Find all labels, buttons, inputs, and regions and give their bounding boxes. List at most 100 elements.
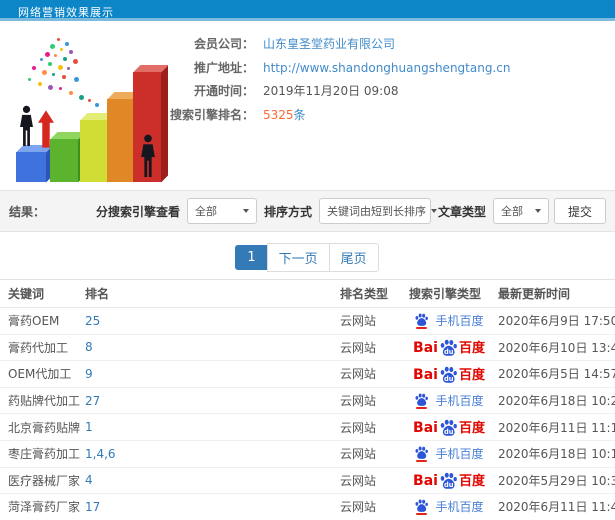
businessman-figure-right [141, 134, 155, 177]
engine-cell: Bai du 百度 [405, 467, 493, 495]
chevron-down-icon [430, 209, 437, 213]
mobile-baidu-badge: 手机百度 [414, 499, 484, 515]
engine-cell: 手机百度 [405, 493, 493, 520]
keyword-cell: 医疗器械厂家 [0, 467, 85, 495]
rank-cell[interactable]: 17 [85, 493, 340, 520]
rank-cell[interactable]: 9 [85, 360, 340, 388]
last-page-button[interactable]: 尾页 [328, 243, 379, 272]
info-value-link[interactable]: 山东皇圣堂药业有限公司 [263, 33, 395, 57]
updated-cell: 2020年6月11日 11:18 [493, 413, 615, 441]
info-row: 会员公司： 山东皇圣堂药业有限公司 [168, 33, 608, 57]
updated-cell: 2020年6月5日 14:57 [493, 360, 615, 388]
confetti-dot [54, 54, 57, 57]
confetti-dot [45, 52, 50, 57]
bar-green [50, 132, 85, 182]
svg-text:du: du [444, 375, 454, 383]
keyword-rank-table: 关键词 排名 排名类型 搜索引擎类型 最新更新时间 膏药OEM 25 云网站 手机百… [0, 279, 615, 520]
keyword-cell: 药贴牌代加工 [0, 387, 85, 415]
confetti-dot [69, 50, 73, 54]
rank-cell[interactable]: 25 [85, 307, 340, 335]
header-rank-type: 排名类型 [340, 279, 405, 308]
result-label: 结果： [9, 204, 46, 219]
rank-cell[interactable]: 8 [85, 334, 340, 362]
table-row: OEM代加工 9 云网站 Bai du 百度 2020年6月5日 14:57 [0, 360, 615, 388]
page-title: 网络营销效果展示 [18, 6, 114, 19]
rank-cell[interactable]: 1,4,6 [85, 440, 340, 468]
baidu-paw-icon [415, 499, 429, 512]
article-type-label: 文章类型 [437, 204, 486, 219]
sort-filter-label: 排序方式 [263, 204, 312, 219]
header-rank: 排名 [85, 279, 340, 308]
rank-cell[interactable]: 4 [85, 467, 340, 495]
bar-blue [16, 145, 53, 182]
confetti-dot [69, 91, 73, 95]
next-page-button[interactable]: 下一页 [266, 243, 330, 272]
article-type-select[interactable]: 全部 [492, 198, 549, 224]
info-row: 推广地址： http://www.shandonghuangshengtang.c… [168, 57, 608, 81]
article-select-value: 全部 [500, 205, 523, 218]
svg-text:du: du [444, 348, 454, 356]
table-row: 枣庄膏药加工 1,4,6 云网站 手机百度 2020年6月18日 10:19 [0, 440, 615, 468]
svg-text:du: du [444, 428, 454, 436]
info-label: 搜索引擎排名： [169, 107, 254, 122]
confetti-dot [50, 44, 55, 49]
table-row: 医疗器械厂家 4 云网站 Bai du 百度 2020年5月29日 10:32 [0, 467, 615, 495]
keyword-cell: 菏泽膏药厂家 [0, 493, 85, 520]
title-bar: 网络营销效果展示 [0, 0, 615, 21]
rank-type-cell: 云网站 [340, 493, 405, 520]
baidu-paw-icon [415, 313, 429, 326]
rank-type-cell: 云网站 [340, 440, 405, 468]
engine-cell: Bai du 百度 [405, 334, 493, 362]
red-underline [416, 512, 428, 515]
submit-button[interactable]: 提交 [553, 198, 606, 224]
confetti-dot [48, 85, 53, 90]
info-value-link[interactable]: http://www.shandonghuangshengtang.cn [263, 57, 510, 81]
confetti-dot [95, 103, 99, 107]
table-row: 药贴牌代加工 27 云网站 手机百度 2020年6月18日 10:25 [0, 387, 615, 415]
baidu-paw-icon: du [440, 340, 457, 356]
sort-select-value: 关键词由短到长排序 [326, 205, 426, 218]
header-engine-type: 搜索引擎类型 [405, 279, 493, 308]
confetti-dot [57, 38, 60, 41]
bar-chart-illustration [2, 34, 184, 186]
rank-cell[interactable]: 1 [85, 413, 340, 441]
confetti-dot [74, 77, 79, 82]
keyword-cell: OEM代加工 [0, 360, 85, 388]
header-updated: 最新更新时间 [493, 279, 615, 308]
engine-select[interactable]: 全部 [186, 198, 257, 224]
baidu-logo: Bai du 百度 [413, 366, 485, 383]
svg-text:du: du [444, 481, 454, 489]
updated-cell: 2020年6月18日 10:25 [493, 387, 615, 415]
bar-orange [107, 92, 141, 182]
sort-select[interactable]: 关键词由短到长排序 [318, 198, 437, 224]
confetti-dot [65, 42, 69, 46]
info-label: 推广地址： [193, 60, 254, 75]
baidu-logo: Bai du 百度 [413, 340, 485, 357]
filter-controls: 分搜索引擎查看 全部 排序方式 关键词由短到长排序 文章类型 全部 提交 [94, 198, 606, 224]
table-row: 膏药OEM 25 云网站 手机百度 2020年6月9日 17:50 [0, 307, 615, 335]
rank-count: 5325条 [263, 107, 306, 122]
mobile-baidu-badge: 手机百度 [414, 446, 484, 462]
keyword-cell: 膏药代加工 [0, 334, 85, 362]
baidu-logo: Bai du 百度 [413, 419, 485, 437]
baidu-paw-icon [415, 446, 429, 459]
confetti-dot [32, 66, 36, 70]
rank-cell[interactable]: 27 [85, 387, 340, 415]
confetti-dot [63, 57, 67, 61]
confetti-dot [88, 99, 91, 102]
baidu-logo: Bai du 百度 [413, 473, 485, 490]
engine-select-value: 全部 [194, 205, 217, 218]
page-button-1[interactable]: 1 [235, 245, 268, 270]
confetti-dot [62, 75, 66, 79]
info-value: 2019年11月20日 09:08 [263, 84, 399, 98]
updated-cell: 2020年6月11日 11:40 [493, 493, 615, 520]
rank-type-cell: 云网站 [340, 360, 405, 388]
businessman-figure-left [20, 105, 33, 146]
rank-type-cell: 云网站 [340, 334, 405, 362]
baidu-paw-icon: du [440, 473, 457, 489]
engine-cell: 手机百度 [405, 440, 493, 468]
updated-cell: 2020年6月9日 17:50 [493, 307, 615, 335]
red-underline [416, 406, 428, 409]
confetti-dot [59, 87, 62, 90]
table-row: 膏药代加工 8 云网站 Bai du 百度 2020年6月10日 13:40 [0, 334, 615, 362]
